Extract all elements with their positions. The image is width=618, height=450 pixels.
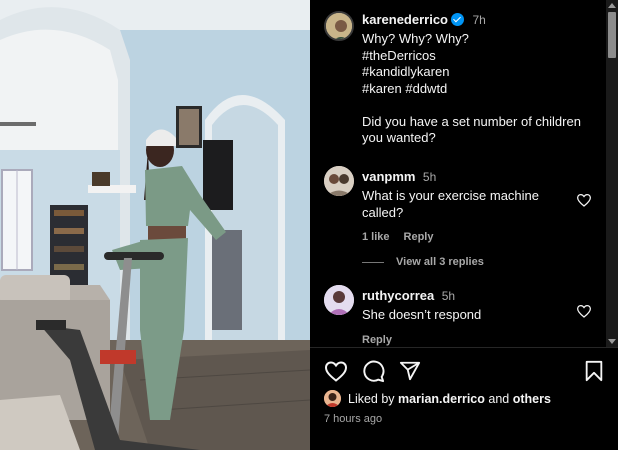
post-sidebar: karenederrico 7h Why? Why? Why? #theDerr… [310,0,618,450]
heart-icon[interactable] [324,360,348,382]
liked-by-summary[interactable]: Liked by marian.derrico and others [324,390,551,407]
comment-time[interactable]: 5h [442,289,455,303]
liked-by-and: and [488,391,510,406]
post-caption: karenederrico 7h Why? Why? Why? #theDerr… [362,11,597,147]
comment-text: She doesn’t respond [362,307,482,322]
liked-by-prefix: Liked by [348,391,395,406]
verified-badge-icon [451,13,464,26]
comment-item: vanpmm 5h What is your exercise machine … [362,168,592,243]
comments-scrollbar[interactable] [606,0,618,347]
scroll-down-arrow-icon[interactable] [608,339,616,344]
comment-reply-button[interactable]: Reply [404,231,434,243]
commenter-avatar-image [324,285,354,315]
scroll-thumb[interactable] [608,12,616,58]
comment-item: ruthycorrea 5h She doesn’t respond Reply [362,287,592,346]
comment-like-heart-icon[interactable] [576,304,592,318]
liker-avatar[interactable] [324,390,341,407]
comment-like-heart-icon[interactable] [576,193,592,207]
commenter-avatar[interactable] [324,285,354,315]
comment-time[interactable]: 5h [423,170,436,184]
view-replies-button[interactable]: View all 3 replies [362,256,484,268]
comment-text: What is your exercise machine called? [362,188,540,220]
caption-line: Why? Why? Why? [362,31,469,46]
caption-time[interactable]: 7h [472,13,485,27]
scroll-up-arrow-icon[interactable] [608,3,616,8]
send-icon[interactable] [399,360,421,382]
liked-by-others[interactable]: others [513,392,551,406]
comments-list[interactable]: karenederrico 7h Why? Why? Why? #theDerr… [310,0,606,347]
commenter-avatar-image [324,166,354,196]
post-action-bar [310,360,618,386]
caption-hashtag[interactable]: #theDerricos [362,48,597,65]
comment-username[interactable]: vanpmm [362,169,415,184]
post-photo [0,0,310,450]
comment-username[interactable]: ruthycorrea [362,288,434,303]
caption-hashtag[interactable]: #karen #ddwtd [362,81,597,98]
caption-question: Did you have a set number of children yo… [362,113,581,146]
commenter-avatar[interactable] [324,166,354,196]
author-username[interactable]: karenederrico [362,12,448,27]
comment-reply-button[interactable]: Reply [362,334,392,346]
section-divider [310,347,618,348]
comment-likes-count[interactable]: 1 like [362,231,390,243]
comment-icon[interactable] [362,360,385,383]
liker-avatar-image [324,390,341,407]
replies-divider-line [362,261,384,263]
liked-by-username[interactable]: marian.derrico [398,392,485,406]
author-avatar[interactable] [324,11,354,41]
author-avatar-image [326,13,352,39]
view-replies-label: View all 3 replies [396,256,484,268]
caption-hashtag[interactable]: #kandidlykaren [362,64,597,81]
post-timestamp[interactable]: 7 hours ago [324,413,382,425]
bookmark-icon[interactable] [584,360,604,382]
post-media[interactable] [0,0,310,450]
